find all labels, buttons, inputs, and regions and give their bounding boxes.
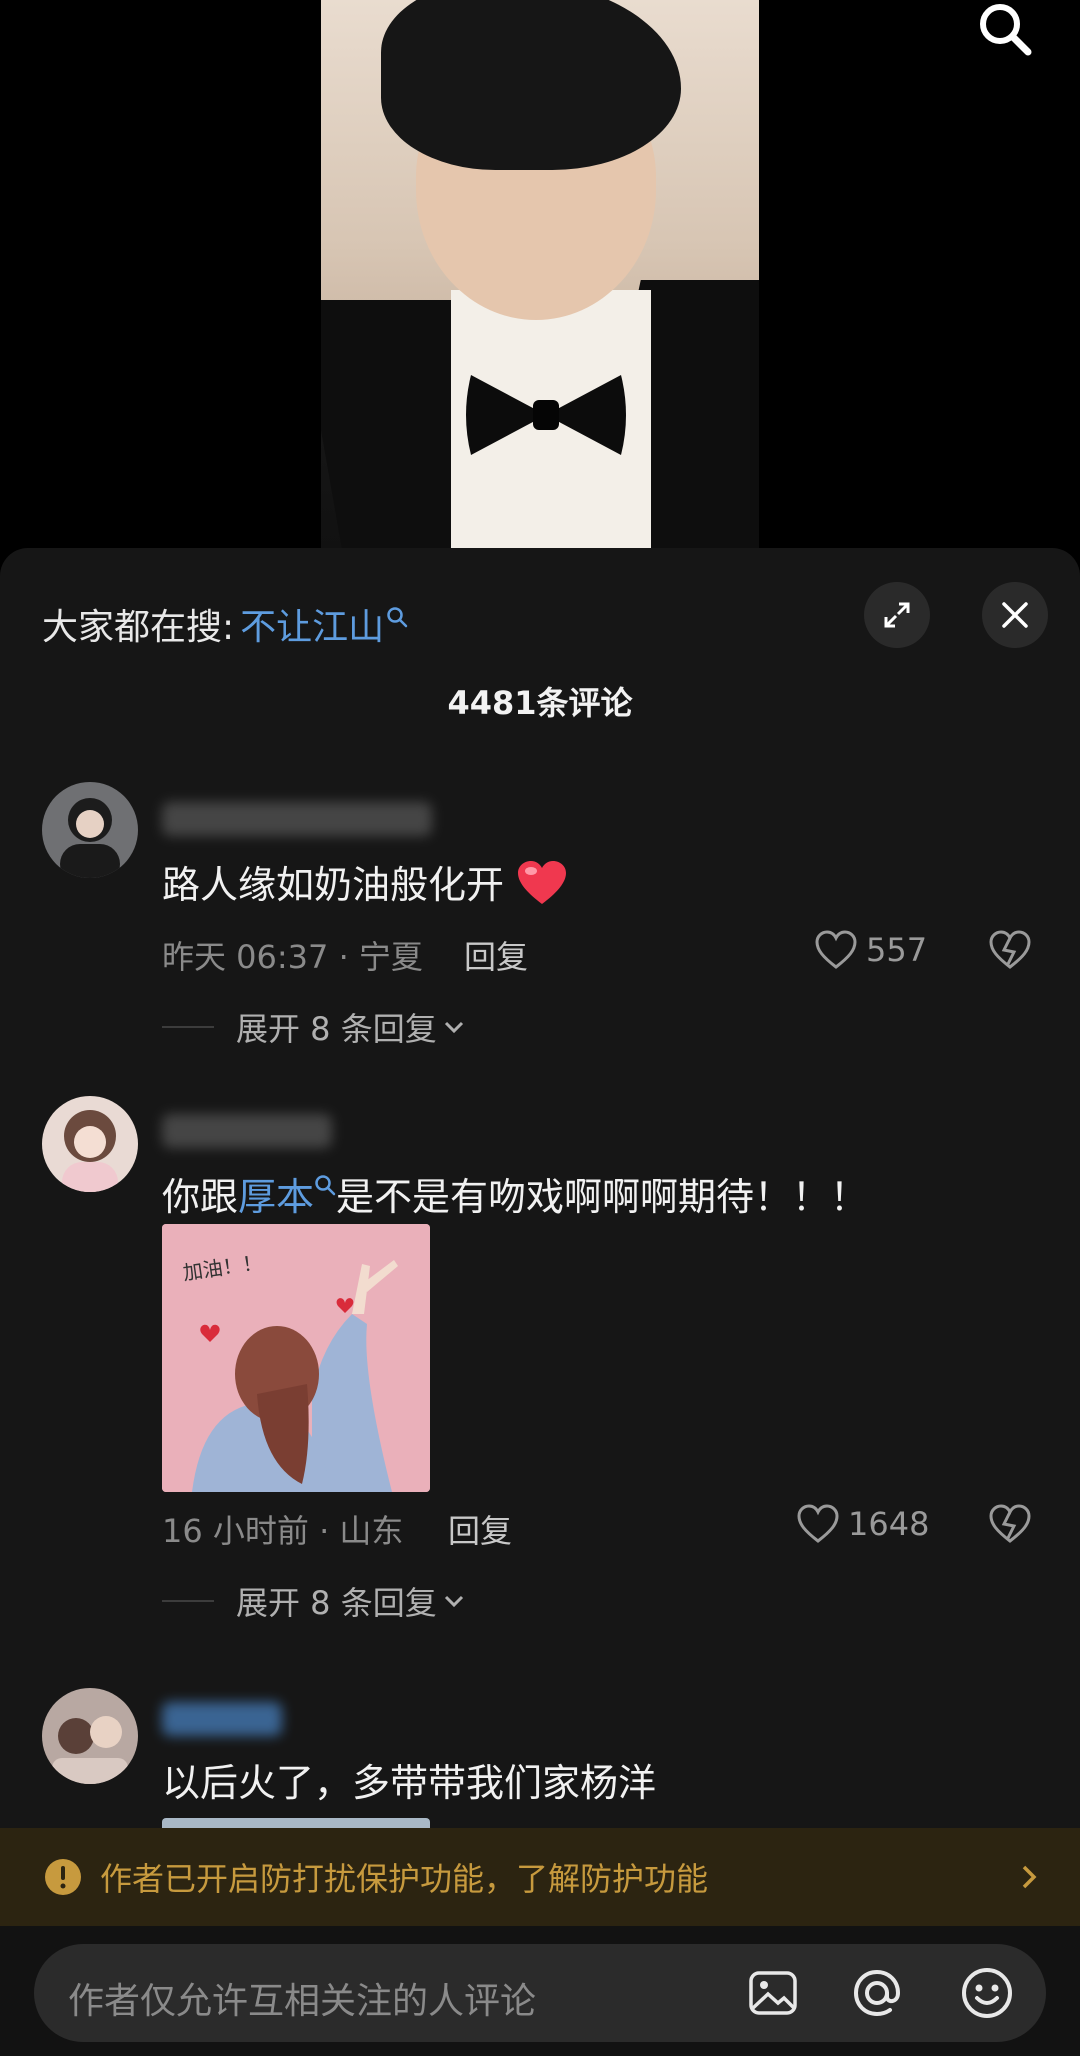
mention-link[interactable]: 厚本	[238, 1175, 314, 1219]
expand-replies-label: 展开 8 条回复	[236, 1010, 437, 1048]
comment-time-location: 昨天 06:37 · 宁夏	[162, 938, 423, 976]
username-blurred[interactable]	[162, 1702, 282, 1736]
like-button[interactable]: 557	[814, 930, 927, 970]
close-icon	[1002, 602, 1028, 628]
bow-tie	[466, 375, 626, 455]
video-player[interactable]	[0, 0, 1080, 560]
heart-outline-icon	[815, 930, 857, 969]
username-blurred[interactable]	[162, 802, 432, 836]
chevron-down-icon	[444, 1595, 463, 1608]
expand-button[interactable]	[864, 582, 930, 648]
like-count: 1648	[848, 1505, 930, 1543]
trending-search[interactable]: 大家都在搜: 不让江山	[42, 594, 408, 654]
trending-prefix: 大家都在搜:	[42, 607, 235, 648]
avatar-image	[42, 1096, 138, 1192]
at-icon	[853, 1969, 901, 2017]
search-icon[interactable]	[972, 2, 1036, 58]
comment-input-placeholder: 作者仅允许互相关注的人评论	[68, 1981, 537, 2022]
expand-replies-button[interactable]: 展开 8 条回复	[162, 1004, 467, 1050]
reply-button[interactable]: 回复	[464, 932, 528, 978]
avatar-image	[42, 782, 138, 878]
cheer-girl-illustration: 加油！！	[162, 1224, 430, 1492]
reply-button[interactable]: 回复	[448, 1506, 512, 1552]
anti-harassment-notice[interactable]: 作者已开启防打扰保护功能，了解防护功能	[0, 1828, 1080, 1926]
emoji-button[interactable]	[958, 1964, 1016, 2022]
comment-text-after: 是不是有吻戏啊啊啊期待！！！	[336, 1175, 869, 1219]
heart-outline-icon	[797, 1504, 839, 1543]
comment-text: 以后火了，多带带我们家杨洋	[162, 1761, 657, 1805]
comment-input[interactable]: 作者仅允许互相关注的人评论	[34, 1944, 1046, 2042]
expand-replies-button[interactable]: 展开 8 条回复	[162, 1578, 467, 1624]
comment-count: 4481条评论	[447, 684, 633, 722]
dislike-icon[interactable]	[988, 930, 1032, 970]
red-heart-emoji	[518, 861, 567, 904]
comment-input-bar: 作者仅允许互相关注的人评论	[0, 1926, 1080, 2056]
warning-icon	[45, 1859, 81, 1895]
image-picker-button[interactable]	[744, 1964, 802, 2022]
chevron-down-icon	[444, 1021, 463, 1034]
like-count: 557	[866, 931, 928, 969]
image-icon	[749, 1971, 797, 2015]
notice-text: 作者已开启防打扰保护功能，了解防护功能	[100, 1860, 709, 1898]
like-button[interactable]: 1648	[796, 1504, 929, 1544]
video-thumbnail[interactable]	[321, 0, 759, 548]
comment-time-location: 16 小时前 · 山东	[162, 1512, 404, 1550]
search-icon	[315, 1175, 336, 1196]
search-icon	[387, 607, 408, 628]
comment-text: 路人缘如奶油般化开	[162, 863, 505, 907]
avatar[interactable]	[42, 1096, 138, 1192]
comment-image[interactable]: 加油！！	[162, 1224, 430, 1492]
dislike-icon[interactable]	[988, 1504, 1032, 1544]
trending-term-link[interactable]: 不让江山	[240, 598, 384, 650]
expand-icon	[884, 602, 910, 628]
chevron-right-icon	[1022, 1865, 1037, 1889]
expand-replies-label: 展开 8 条回复	[236, 1584, 437, 1622]
comment-text-before: 你跟	[162, 1175, 239, 1219]
avatar[interactable]	[42, 782, 138, 878]
close-button[interactable]	[982, 582, 1048, 648]
username-blurred[interactable]	[162, 1114, 332, 1148]
mention-button[interactable]	[848, 1964, 906, 2022]
avatar[interactable]	[42, 1688, 138, 1784]
avatar-image	[42, 1688, 138, 1784]
smiley-icon	[962, 1968, 1012, 2018]
